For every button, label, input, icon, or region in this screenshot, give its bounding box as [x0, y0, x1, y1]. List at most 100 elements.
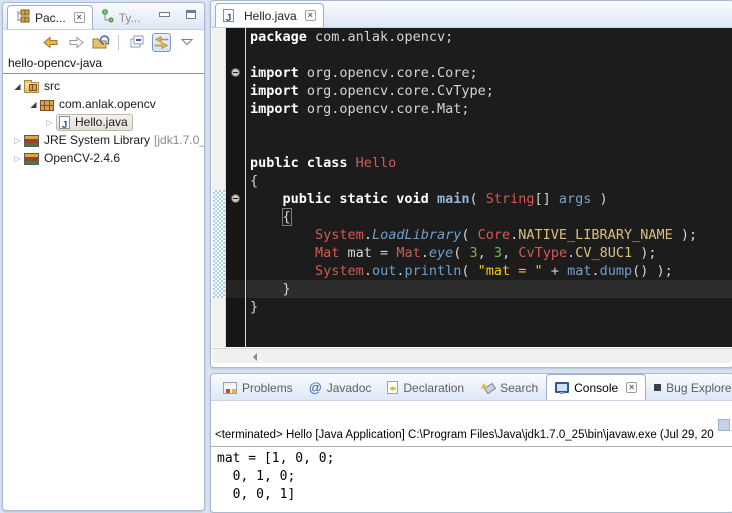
- project-tree: ◢src◢com.anlak.opencv ▷ Hello.java ▷ JRE Sys…: [3, 74, 204, 167]
- code-line[interactable]: import org.opencv.core.CvType;: [247, 82, 732, 100]
- console-output[interactable]: mat = [1, 0, 0; 0, 1, 0; 0, 0, 1]: [217, 450, 732, 512]
- code-token: []: [535, 191, 559, 207]
- view-window-buttons: [159, 10, 196, 19]
- tree-item-label: JRE System Library: [44, 133, 150, 147]
- java-file-icon: [59, 116, 70, 129]
- forward-icon[interactable]: [66, 33, 85, 52]
- go-up-icon[interactable]: [91, 33, 110, 52]
- code-token: (: [461, 263, 477, 279]
- code-line[interactable]: package com.anlak.opencv;: [247, 28, 732, 46]
- close-icon[interactable]: [305, 10, 316, 21]
- code-line[interactable]: {: [247, 208, 732, 226]
- code-token: ,: [478, 245, 494, 261]
- tree-item[interactable]: ▷ Hello.java: [3, 113, 204, 131]
- code-line[interactable]: [247, 118, 732, 136]
- expand-arrow-icon[interactable]: ▷: [11, 154, 24, 163]
- code-line[interactable]: public static void main( String[] args ): [247, 190, 732, 208]
- link-with-editor-icon[interactable]: [152, 33, 171, 52]
- tree-item[interactable]: ▷ JRE System Library [jdk1.7.0_25]: [3, 131, 204, 149]
- code-token: }: [250, 299, 258, 315]
- minimize-icon[interactable]: [159, 12, 170, 17]
- folding-gutter: [226, 28, 246, 347]
- fold-collapse-icon[interactable]: [231, 68, 240, 77]
- code-token: [250, 191, 283, 207]
- code-token: String: [486, 191, 535, 207]
- tab-declaration[interactable]: Declaration: [379, 375, 472, 400]
- tree-item-label: Hello.java: [75, 115, 128, 129]
- code-token: public static void: [283, 191, 437, 207]
- code-token: org.opencv.core.Core;: [299, 65, 478, 81]
- tab-bug-explorer[interactable]: Bug Explorer: [646, 375, 732, 400]
- tab-hello-java[interactable]: Hello.java: [215, 3, 324, 27]
- code-line[interactable]: {: [247, 172, 732, 190]
- tab-label: Javadoc: [327, 381, 372, 395]
- code-line[interactable]: import org.opencv.core.Core;: [247, 64, 732, 82]
- code-line[interactable]: }: [247, 280, 732, 298]
- tree-item[interactable]: ▷OpenCV-2.4.6: [3, 149, 204, 167]
- code-line[interactable]: }: [247, 298, 732, 316]
- code-line[interactable]: System.out.println( "mat = " + mat.dump(…: [247, 262, 732, 280]
- tree-item[interactable]: ◢com.anlak.opencv: [3, 95, 204, 113]
- code-token: [250, 209, 283, 225]
- tab-package-explorer[interactable]: Pac...: [7, 5, 93, 29]
- code-token: .: [421, 245, 429, 261]
- console-separator: [211, 446, 732, 447]
- tab-console[interactable]: Console: [546, 374, 646, 400]
- close-icon[interactable]: [626, 382, 637, 393]
- view-menu-icon[interactable]: [177, 33, 196, 52]
- tab-search[interactable]: Search: [472, 375, 546, 400]
- type-hierarchy-icon: [100, 9, 114, 26]
- fold-collapse-icon[interactable]: [231, 194, 240, 203]
- selected-item-box[interactable]: Hello.java: [56, 114, 133, 131]
- tab-label: Declaration: [403, 381, 464, 395]
- code-line[interactable]: [247, 136, 732, 154]
- editor-area: Hello.java package com.anlak.opencv; impo…: [210, 0, 732, 368]
- editor-tabbar: Hello.java: [211, 1, 732, 28]
- horizontal-scrollbar[interactable]: [212, 348, 732, 363]
- console-output-line: 0, 1, 0;: [217, 468, 732, 486]
- scroll-left-arrow-icon[interactable]: [253, 353, 257, 361]
- code-token: ): [591, 191, 607, 207]
- tree-item[interactable]: ◢src: [3, 77, 204, 95]
- code-token: System: [315, 263, 364, 279]
- tab-label: Search: [500, 381, 538, 395]
- code-editor[interactable]: package com.anlak.opencv; import org.open…: [212, 28, 732, 347]
- code-line[interactable]: Mat mat = Mat.eye( 3, 3, CvType.CV_8UC1 …: [247, 244, 732, 262]
- code-token: mat: [567, 263, 591, 279]
- code-line[interactable]: public class Hello: [247, 154, 732, 172]
- code-token: [250, 245, 315, 261]
- search-icon: [480, 381, 495, 394]
- tab-label: Pac...: [35, 11, 66, 25]
- maximize-icon[interactable]: [186, 10, 196, 19]
- package-icon: [40, 100, 54, 111]
- package-explorer-tabbar: Pac... Ty...: [3, 3, 204, 30]
- collapse-arrow-icon[interactable]: ◢: [27, 100, 40, 109]
- collapse-all-icon[interactable]: [127, 33, 146, 52]
- console-process-status: <terminated> Hello [Java Application] C:…: [215, 429, 732, 441]
- code-token: CV_8UC1: [575, 245, 632, 261]
- package-explorer-icon: [15, 9, 30, 26]
- code-token: .: [364, 263, 372, 279]
- source-folder-icon: [24, 82, 39, 93]
- code-token: }: [250, 281, 291, 297]
- expand-arrow-icon[interactable]: ▷: [43, 118, 56, 127]
- tab-javadoc[interactable]: Javadoc: [301, 375, 380, 400]
- code-token: {: [250, 173, 258, 189]
- expand-arrow-icon[interactable]: ▷: [11, 136, 24, 145]
- collapse-arrow-icon[interactable]: ◢: [11, 82, 24, 91]
- code-line[interactable]: [247, 46, 732, 64]
- console-output-line: mat = [1, 0, 0;: [217, 450, 732, 468]
- code-content[interactable]: package com.anlak.opencv; import org.open…: [247, 28, 732, 316]
- code-line[interactable]: import org.opencv.core.Mat;: [247, 100, 732, 118]
- tree-item-decoration: [jdk1.7.0_25]: [154, 133, 204, 147]
- back-icon[interactable]: [41, 33, 60, 52]
- code-token: main: [437, 191, 470, 207]
- close-icon[interactable]: [74, 12, 85, 23]
- code-token: ,: [502, 245, 518, 261]
- code-line[interactable]: System.LoadLibrary( Core.NATIVE_LIBRARY_…: [247, 226, 732, 244]
- tab-problems[interactable]: Problems: [215, 375, 301, 400]
- tab-label: Hello.java: [244, 9, 297, 23]
- tab-type-hierarchy[interactable]: Ty...: [93, 6, 148, 29]
- package-explorer-toolbar: [3, 30, 204, 54]
- tab-label: Bug Explorer: [666, 381, 732, 395]
